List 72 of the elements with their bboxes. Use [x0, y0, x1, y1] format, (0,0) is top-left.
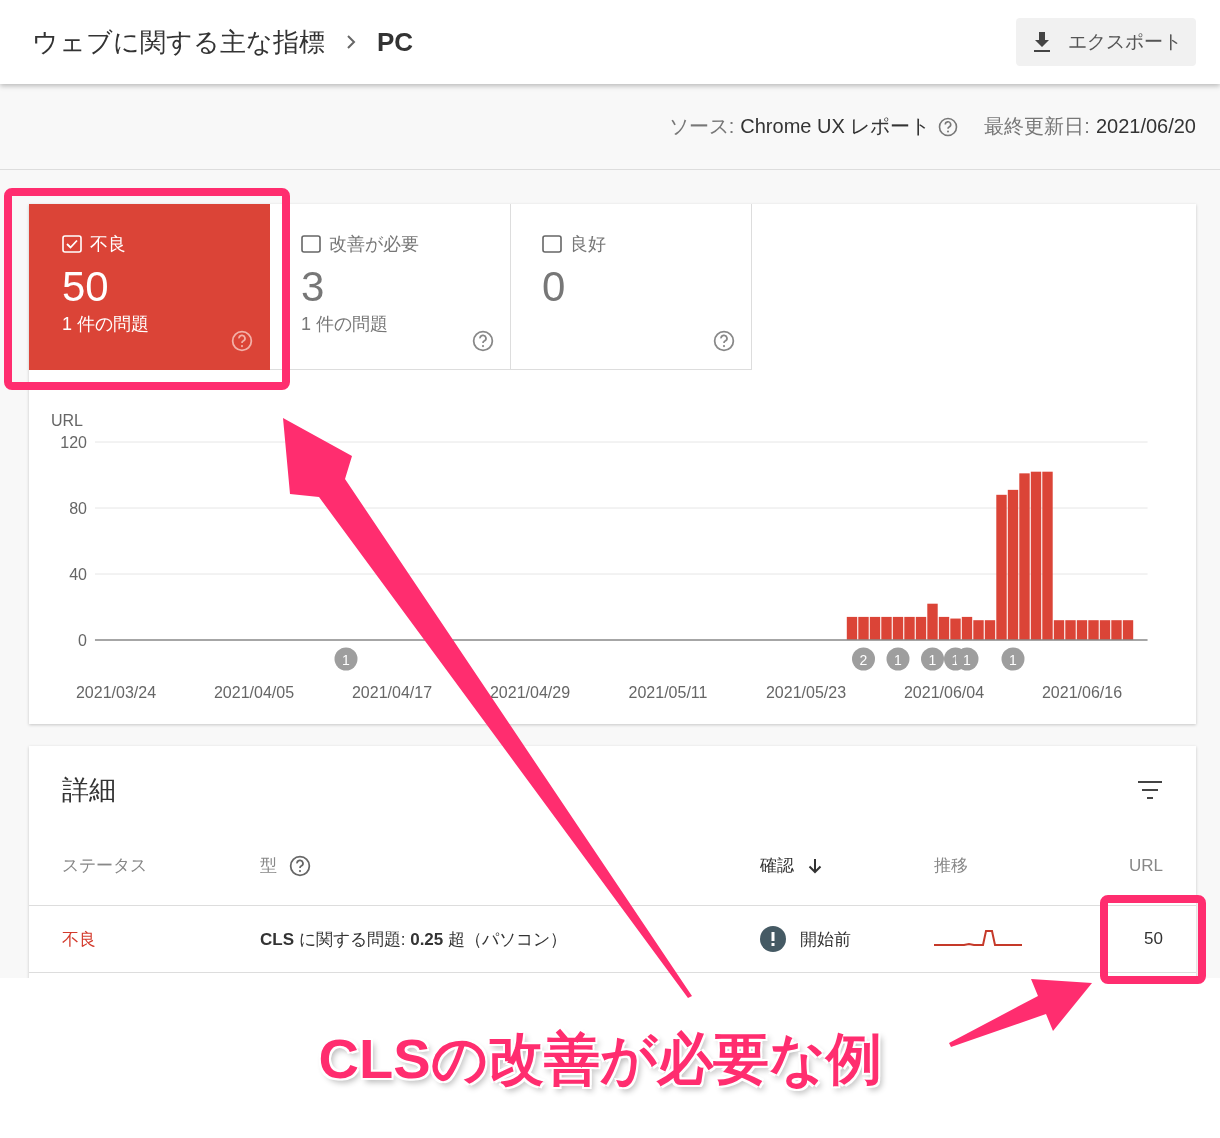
help-icon[interactable] [713, 330, 735, 352]
table-cell: 不良 [62, 929, 96, 949]
bar [973, 620, 984, 640]
x-tick-label: 2021/04/29 [489, 684, 571, 701]
updated-value: 2021/06/20 [1095, 115, 1196, 138]
column-header[interactable]: 確認 [760, 854, 794, 877]
details-title: 詳細 [62, 774, 116, 807]
bar [869, 616, 881, 640]
tile-count: 0 [542, 264, 567, 311]
download-icon [1032, 31, 1052, 53]
status-tile[interactable]: 改善が必要 3 1 件の問題 [270, 204, 511, 370]
bar [1111, 620, 1122, 640]
checkbox-icon[interactable] [301, 235, 321, 253]
column-header: 型 [260, 855, 277, 877]
event-marker[interactable]: 1 [334, 647, 358, 671]
bar [1122, 620, 1134, 640]
table-cell: 50 [1144, 929, 1163, 949]
y-tick-label: 0 [78, 632, 87, 649]
filter-icon[interactable] [1138, 781, 1162, 799]
bar [1099, 620, 1111, 640]
x-tick-label: 2021/04/05 [213, 684, 295, 701]
x-tick-label: 2021/04/17 [351, 684, 433, 701]
column-header: 推移 [934, 855, 968, 877]
tile-label: 改善が必要 [329, 233, 419, 256]
x-tick-label: 2021/06/16 [1041, 684, 1123, 701]
bar [961, 616, 973, 640]
table-cell: CLS に関する問題: 0.25 超（パソコン） [260, 929, 567, 949]
bar [892, 616, 904, 640]
checkbox-icon[interactable] [542, 235, 562, 253]
caption-text: CLSの改善が必要な例 [318, 1026, 883, 1092]
source-label: ソース: [668, 114, 735, 139]
tile-count: 3 [301, 264, 326, 311]
y-tick-label: 120 [60, 434, 87, 451]
bar [904, 616, 915, 640]
bar [881, 616, 892, 640]
alert-icon [760, 926, 786, 952]
sort-arrow-icon[interactable] [808, 857, 822, 874]
y-tick-label: 40 [69, 566, 87, 583]
help-icon[interactable] [472, 330, 494, 352]
column-header: URL [1129, 855, 1163, 876]
help-icon[interactable] [938, 116, 959, 137]
x-tick-label: 2021/05/11 [628, 684, 708, 701]
x-tick-label: 2021/05/23 [765, 684, 847, 701]
y-tick-label: 80 [69, 500, 87, 517]
export-button[interactable]: エクスポート [1016, 18, 1196, 66]
x-tick-label: 2021/06/04 [903, 684, 985, 701]
x-tick-label: 2021/03/24 [75, 684, 157, 701]
source-value: Chrome UX レポート [740, 114, 931, 139]
updated-label: 最終更新日: [984, 114, 1090, 139]
bar [950, 618, 961, 640]
breadcrumb-item[interactable]: ウェブに関する主な指標 [32, 24, 325, 60]
bar [1088, 620, 1099, 640]
tile-issues: 1 件の問題 [62, 313, 150, 337]
chevron-icon [345, 34, 357, 50]
tile-count: 50 [62, 264, 110, 311]
table-cell-text: 開始前 [800, 928, 851, 951]
event-marker[interactable]: 1 [921, 647, 944, 671]
status-tile[interactable]: 良好 0 [511, 204, 752, 370]
help-icon[interactable] [289, 854, 311, 877]
y-axis-label: URL [51, 412, 83, 429]
tile-label: 不良 [90, 233, 126, 256]
event-marker[interactable]: 1 [886, 647, 910, 671]
bar [858, 616, 869, 640]
event-marker[interactable]: 1 [1001, 647, 1025, 671]
bar [1076, 620, 1088, 640]
tile-label: 良好 [570, 233, 606, 256]
event-marker[interactable]: 2 [852, 647, 875, 671]
breadcrumb-item: PC [377, 26, 414, 58]
bar [1065, 620, 1076, 640]
bar [846, 616, 858, 640]
tile-issues: 1 件の問題 [301, 313, 389, 337]
column-header: ステータス [62, 855, 147, 877]
